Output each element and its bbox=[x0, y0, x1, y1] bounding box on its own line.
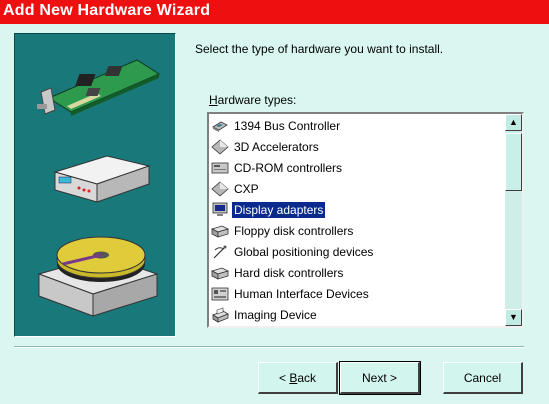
bus-controller-icon bbox=[212, 121, 228, 132]
list-scrollbar[interactable]: ▲ ▼ bbox=[505, 114, 522, 326]
arrow-up-icon: ▲ bbox=[509, 117, 518, 127]
window-title: Add New Hardware Wizard bbox=[3, 2, 211, 19]
title-bar[interactable]: Add New Hardware Wizard bbox=[0, 0, 549, 24]
list-item-hard-disk-controllers[interactable]: Hard disk controllers bbox=[211, 263, 501, 283]
drive-controller-icon bbox=[211, 267, 229, 280]
hid-icon bbox=[211, 287, 229, 301]
modem-device-icon bbox=[53, 155, 151, 203]
list-item-label: Global positioning devices bbox=[234, 245, 374, 259]
cancel-button[interactable]: Cancel bbox=[443, 362, 523, 394]
cdrom-controller-icon bbox=[211, 162, 229, 174]
list-item-1394-bus-controller[interactable]: 1394 Bus Controller bbox=[211, 116, 501, 136]
scroll-up-button[interactable]: ▲ bbox=[505, 114, 522, 131]
imaging-device-icon bbox=[212, 307, 229, 323]
list-item-label: 1394 Bus Controller bbox=[234, 119, 341, 133]
list-item-cxp[interactable]: CXP bbox=[211, 179, 501, 199]
list-item-label: CD-ROM controllers bbox=[234, 161, 343, 175]
next-button[interactable]: Next > bbox=[339, 361, 421, 395]
hardware-types-listbox[interactable]: 1394 Bus Controller 3D Accelerators CD-R… bbox=[207, 112, 524, 328]
diamond-icon bbox=[211, 181, 229, 197]
list-item-3d-accelerators[interactable]: 3D Accelerators bbox=[211, 137, 501, 157]
list-item-label: Hard disk controllers bbox=[234, 266, 344, 280]
list-item-imaging-device[interactable]: Imaging Device bbox=[211, 305, 501, 325]
list-item-label: 3D Accelerators bbox=[234, 140, 319, 154]
list-item-label: Floppy disk controllers bbox=[234, 224, 354, 238]
scroll-down-button[interactable]: ▼ bbox=[505, 309, 522, 326]
list-item-label: CXP bbox=[234, 182, 259, 196]
list-item-label: Human Interface Devices bbox=[234, 287, 369, 301]
footer-separator bbox=[14, 346, 524, 348]
arrow-down-icon: ▼ bbox=[509, 312, 518, 322]
list-item-label: Imaging Device bbox=[234, 308, 317, 322]
drive-controller-icon bbox=[211, 225, 229, 238]
monitor-icon bbox=[212, 202, 228, 216]
list-item-floppy-disk-controllers[interactable]: Floppy disk controllers bbox=[211, 221, 501, 241]
list-item-label: Display adapters bbox=[232, 202, 326, 218]
hardware-types-label: Hardware types: bbox=[209, 93, 297, 107]
scroll-thumb[interactable] bbox=[505, 133, 522, 191]
diamond-icon bbox=[211, 139, 229, 155]
back-button[interactable]: < Back bbox=[258, 362, 338, 394]
list-item-display-adapters[interactable]: Display adapters bbox=[211, 200, 501, 220]
expansion-card-icon bbox=[37, 59, 161, 116]
hard-disk-icon bbox=[37, 236, 159, 317]
wizard-illustration bbox=[14, 33, 176, 337]
hardware-types-items: 1394 Bus Controller 3D Accelerators CD-R… bbox=[209, 114, 505, 326]
gps-icon bbox=[213, 245, 227, 259]
instruction-text: Select the type of hardware you want to … bbox=[195, 42, 444, 56]
list-item-global-positioning-devices[interactable]: Global positioning devices bbox=[211, 242, 501, 262]
list-item-cdrom-controllers[interactable]: CD-ROM controllers bbox=[211, 158, 501, 178]
list-item-human-interface-devices[interactable]: Human Interface Devices bbox=[211, 284, 501, 304]
